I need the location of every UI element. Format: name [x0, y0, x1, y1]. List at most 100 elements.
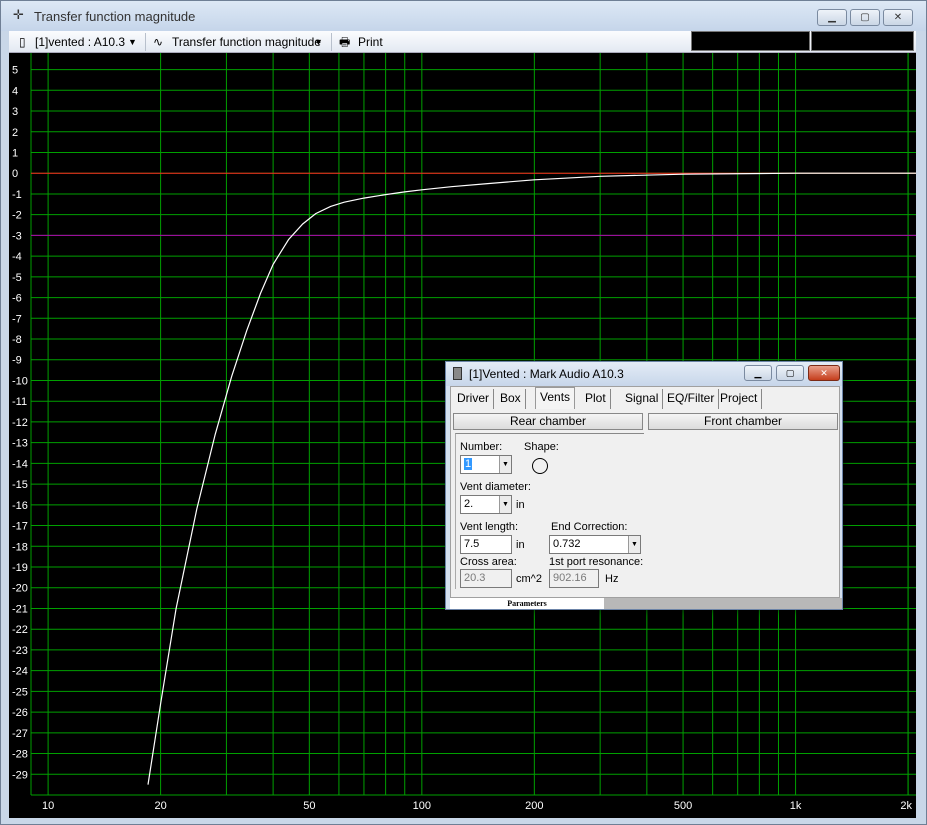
circle-shape-icon[interactable]	[532, 458, 548, 474]
project-icon: ▯	[19, 35, 26, 49]
y-tick-label: -16	[12, 500, 28, 512]
number-label: Number:	[460, 441, 503, 453]
minimize-button[interactable]: ▁	[817, 9, 847, 26]
chevron-down-icon[interactable]: ▼	[499, 456, 511, 473]
dialog-titlebar[interactable]: [1]Vented : Mark Audio A10.3 ▁ ▢ ✕	[446, 362, 842, 386]
tab-project[interactable]: Project	[716, 389, 763, 409]
tab-signal[interactable]: Signal	[621, 389, 664, 409]
window-title: Transfer function magnitude	[34, 9, 196, 24]
plot-type-icon: ∿	[153, 35, 164, 49]
tab-vents[interactable]: Vents	[535, 387, 576, 409]
port-resonance-unit: Hz	[605, 573, 619, 585]
print-button[interactable]: Print	[358, 34, 383, 50]
plot-type-select[interactable]: Transfer function magnitude	[172, 34, 321, 50]
toolbar-separator	[145, 33, 146, 51]
project-select-dropdown-icon[interactable]: ▼	[128, 34, 137, 50]
y-tick-label: 3	[12, 106, 18, 118]
y-tick-label: -15	[12, 479, 28, 491]
vent-diameter-unit: in	[516, 499, 525, 511]
x-tick-label: 500	[674, 800, 692, 812]
x-tick-label: 200	[525, 800, 543, 812]
end-correction-label: End Correction:	[551, 521, 628, 533]
readout-box-2	[811, 31, 914, 51]
rear-chamber-group: Number: Shape: 1 ▼ Vent diameter: 2. ▼ i…	[455, 433, 644, 589]
dialog-maximize-button[interactable]: ▢	[776, 365, 804, 381]
y-tick-label: -17	[12, 521, 28, 533]
y-tick-label: 2	[12, 127, 18, 139]
y-tick-label: -20	[12, 583, 28, 595]
x-tick-label: 1k	[790, 800, 802, 812]
cross-area-label: Cross area:	[460, 556, 517, 568]
port-resonance-label: 1st port resonance:	[549, 556, 644, 568]
vent-length-unit: in	[516, 539, 525, 551]
dialog-close-button[interactable]: ✕	[808, 365, 840, 381]
y-tick-label: 1	[12, 147, 18, 159]
end-correction-value: 0.732	[553, 538, 581, 550]
shape-label: Shape:	[524, 441, 559, 453]
toolbar: ▯ [1]vented : A10.3 ▼ ∿ Transfer functio…	[9, 31, 916, 53]
maximize-button[interactable]: ▢	[850, 9, 880, 26]
y-tick-label: -2	[12, 210, 22, 222]
y-tick-label: 5	[12, 65, 18, 77]
y-tick-label: 4	[12, 85, 18, 97]
x-tick-label: 50	[303, 800, 315, 812]
y-tick-label: -29	[12, 769, 28, 781]
x-tick-label: 20	[154, 800, 166, 812]
printer-icon: 🖶	[339, 35, 351, 49]
tab-eq-filter[interactable]: EQ/Filter	[663, 389, 720, 409]
vent-diameter-value: 2.	[464, 498, 474, 510]
tab-box[interactable]: Box	[496, 389, 526, 409]
y-tick-label: -6	[12, 293, 22, 305]
parameters-tab[interactable]: Parameters	[450, 598, 604, 609]
y-tick-label: -28	[12, 749, 28, 761]
y-tick-label: -8	[12, 334, 22, 346]
dialog-bottom-tabs: Parameters	[450, 598, 842, 609]
number-select[interactable]: 1 ▼	[460, 455, 512, 474]
y-tick-label: -19	[12, 562, 28, 574]
y-tick-label: -7	[12, 313, 22, 325]
y-tick-label: 0	[12, 168, 18, 180]
close-button[interactable]: ✕	[883, 9, 913, 26]
y-tick-label: -11	[12, 396, 27, 408]
y-tick-label: -3	[12, 230, 22, 242]
y-tick-label: -21	[12, 603, 28, 615]
dialog-minimize-button[interactable]: ▁	[744, 365, 772, 381]
x-tick-label: 2k	[900, 800, 912, 812]
vent-diameter-label: Vent diameter:	[460, 481, 531, 493]
readout-box-1	[691, 31, 810, 51]
chevron-down-icon[interactable]: ▼	[499, 496, 511, 513]
y-tick-label: -5	[12, 272, 22, 284]
dialog-body: Driver Box Vents Plot Signal EQ/Filter P…	[450, 386, 840, 598]
vent-diameter-select[interactable]: 2. ▼	[460, 495, 512, 514]
y-tick-label: -27	[12, 728, 28, 740]
y-tick-label: -9	[12, 355, 22, 367]
plot-type-dropdown-icon[interactable]: ▼	[314, 34, 323, 50]
front-chamber-button[interactable]: Front chamber	[648, 413, 838, 430]
toolbar-separator	[331, 33, 332, 51]
main-window: ✛ Transfer function magnitude ▁ ▢ ✕ ▯ [1…	[0, 0, 927, 825]
dialog-title: [1]Vented : Mark Audio A10.3	[469, 367, 624, 381]
cross-area-field: 20.3	[460, 569, 512, 588]
window-titlebar[interactable]: ✛ Transfer function magnitude ▁ ▢ ✕	[1, 1, 926, 31]
y-tick-label: -4	[12, 251, 22, 263]
crosshair-icon: ✛	[13, 7, 24, 22]
rear-chamber-button[interactable]: Rear chamber	[453, 413, 643, 430]
y-tick-label: -12	[12, 417, 28, 429]
chevron-down-icon[interactable]: ▼	[628, 536, 640, 553]
x-tick-label: 10	[42, 800, 54, 812]
y-tick-label: -26	[12, 707, 28, 719]
end-correction-select[interactable]: 0.732 ▼	[549, 535, 641, 554]
project-select[interactable]: [1]vented : A10.3	[35, 34, 125, 50]
y-tick-label: -18	[12, 541, 28, 553]
vent-length-input[interactable]: 7.5	[460, 535, 512, 554]
port-resonance-field: 902.16	[549, 569, 599, 588]
x-tick-label: 100	[413, 800, 431, 812]
y-tick-label: -1	[12, 189, 22, 201]
y-tick-label: -13	[12, 438, 28, 450]
y-tick-label: -23	[12, 645, 28, 657]
y-tick-label: -24	[12, 666, 28, 678]
tab-plot[interactable]: Plot	[581, 389, 611, 409]
tab-driver[interactable]: Driver	[453, 389, 494, 409]
number-value: 1	[464, 458, 473, 470]
y-tick-label: -14	[12, 458, 28, 470]
